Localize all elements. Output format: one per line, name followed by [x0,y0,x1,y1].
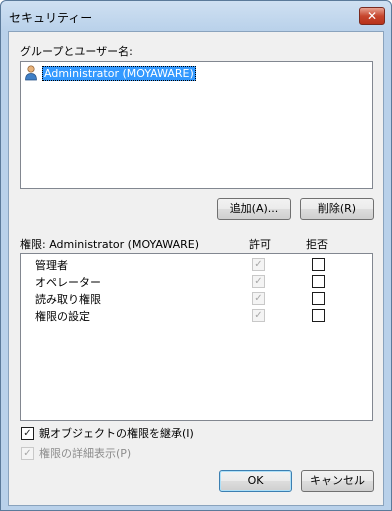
deny-column-header: 拒否 [306,238,328,251]
dialog-body: グループとユーザー名: Administrator (MOYAWARE) 追加(… [8,31,384,506]
remove-button[interactable]: 削除(R) [300,198,374,220]
allow-column-header: 許可 [249,238,271,251]
permission-name: 読み取り権限 [35,293,101,306]
users-listbox[interactable]: Administrator (MOYAWARE) [20,61,373,189]
users-label: グループとユーザー名: [20,45,133,58]
advanced-label: 権限の詳細表示(P) [39,447,132,460]
permission-row: 権限の設定 ✓ [35,307,355,324]
permission-name: オペレーター [35,276,101,289]
permission-name: 管理者 [35,259,68,272]
user-name: Administrator (MOYAWARE) [42,65,196,81]
security-dialog: セキュリティー ✕ グループとユーザー名: Administrator (MOY… [0,0,392,511]
permission-row: 管理者 ✓ [35,256,355,273]
user-icon [25,65,37,81]
permissions-list[interactable]: 管理者 ✓ オペレーター ✓ 読み取り権限 ✓ 権限の設定 ✓ [20,253,373,421]
advanced-option: ✓ 権限の詳細表示(P) [21,445,131,461]
close-icon: ✕ [366,9,378,23]
allow-checkbox[interactable]: ✓ [252,275,265,288]
ok-button[interactable]: OK [219,470,292,492]
permissions-header: 権限: Administrator (MOYAWARE) [20,238,199,251]
permission-row: オペレーター ✓ [35,273,355,290]
cancel-button[interactable]: キャンセル [301,470,374,492]
allow-checkbox[interactable]: ✓ [252,309,265,322]
deny-checkbox[interactable] [312,292,325,305]
inherit-checkbox[interactable]: ✓ [21,426,34,440]
permission-row: 読み取り権限 ✓ [35,290,355,307]
deny-checkbox[interactable] [312,275,325,288]
close-button[interactable]: ✕ [359,7,385,25]
list-item[interactable]: Administrator (MOYAWARE) [24,65,196,81]
advanced-checkbox: ✓ [21,446,34,460]
inherit-label: 親オブジェクトの権限を継承(I) [39,427,194,440]
allow-checkbox[interactable]: ✓ [252,258,265,271]
allow-checkbox[interactable]: ✓ [252,292,265,305]
inherit-option[interactable]: ✓ 親オブジェクトの権限を継承(I) [21,425,194,441]
add-button[interactable]: 追加(A)... [217,198,291,220]
dialog-title: セキュリティー [9,11,93,25]
permission-name: 権限の設定 [35,310,90,323]
title-bar[interactable]: セキュリティー ✕ [1,1,391,31]
deny-checkbox[interactable] [312,309,325,322]
deny-checkbox[interactable] [312,258,325,271]
